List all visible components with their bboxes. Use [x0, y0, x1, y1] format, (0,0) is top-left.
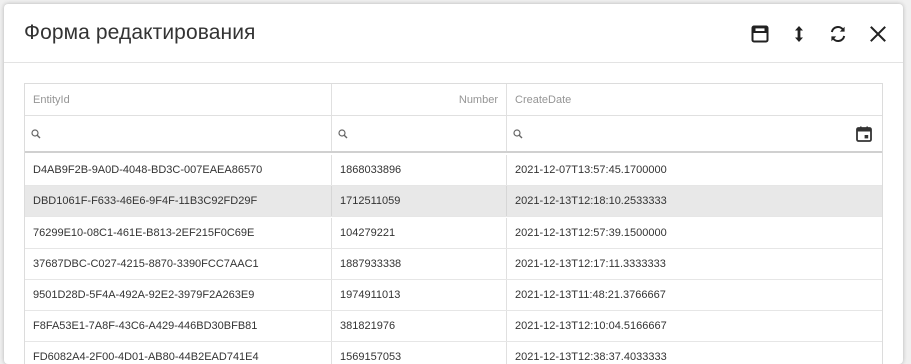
edit-form-dialog: Форма редактирования EntityId Number Cre…	[4, 4, 903, 364]
filter-cell-entityid	[25, 116, 332, 151]
column-header-createdate[interactable]: CreateDate	[507, 84, 882, 115]
table-row[interactable]: 9501D28D-5F4A-492A-92E2-3979F2A263E9 197…	[25, 280, 882, 311]
cell-number: 1868033896	[332, 155, 507, 185]
search-icon	[338, 128, 348, 138]
table-row[interactable]: 37687DBC-C027-4215-8870-3390FCC7AAC1 188…	[25, 249, 882, 280]
cell-createdate: 2021-12-13T11:48:21.3766667	[515, 289, 666, 301]
cell-createdate: 2021-12-13T12:18:10.2533333	[515, 195, 667, 207]
cell-createdate: 2021-12-13T12:10:04.5166667	[515, 320, 667, 332]
cell-entityid: FD6082A4-2F00-4D01-AB80-44B2EAD741E4	[25, 342, 332, 364]
cell-number: 1712511059	[332, 186, 507, 216]
search-icon	[31, 128, 41, 138]
data-grid: EntityId Number CreateDate D4AB9F2B-9A0D…	[24, 83, 883, 364]
expand-vertical-button[interactable]	[786, 21, 812, 47]
filter-createdate-input[interactable]	[523, 123, 874, 144]
dialog-header: Форма редактирования	[4, 4, 903, 63]
cell-number: 1887933338	[332, 249, 507, 279]
cell-createdate: 2021-12-07T13:57:45.1700000	[515, 164, 667, 176]
close-icon	[870, 26, 886, 42]
filter-entityid-input[interactable]	[41, 123, 323, 144]
column-header-entityid[interactable]: EntityId	[25, 84, 332, 115]
dialog-title: Форма редактирования	[24, 21, 256, 44]
grid-filter-row	[25, 116, 882, 153]
save-icon	[751, 25, 769, 43]
table-row[interactable]: DBD1061F-F633-46E6-9F4F-11B3C92FD29F 171…	[25, 186, 882, 217]
cell-number: 381821976	[332, 311, 507, 341]
close-button[interactable]	[865, 21, 891, 47]
table-row[interactable]: FD6082A4-2F00-4D01-AB80-44B2EAD741E4 156…	[25, 342, 882, 364]
grid-header-row: EntityId Number CreateDate	[25, 84, 882, 116]
save-button[interactable]	[747, 21, 773, 47]
table-row[interactable]: F8FA53E1-7A8F-43C6-A429-446BD30BFB81 381…	[25, 311, 882, 342]
cell-createdate: 2021-12-13T12:57:39.1500000	[515, 227, 667, 239]
filter-cell-createdate	[507, 116, 882, 151]
cell-entityid: 76299E10-08C1-461E-B813-2EF215F0C69E	[25, 218, 332, 248]
expand-vertical-icon	[795, 26, 803, 42]
table-row[interactable]: D4AB9F2B-9A0D-4048-BD3C-007EAEA86570 186…	[25, 155, 882, 186]
cell-number: 104279221	[332, 218, 507, 248]
filter-cell-number	[332, 116, 507, 151]
search-icon	[513, 128, 523, 138]
column-header-number[interactable]: Number	[332, 84, 507, 115]
cell-entityid: F8FA53E1-7A8F-43C6-A429-446BD30BFB81	[25, 311, 332, 341]
cell-entityid: DBD1061F-F633-46E6-9F4F-11B3C92FD29F	[25, 186, 332, 216]
cell-entityid: 9501D28D-5F4A-492A-92E2-3979F2A263E9	[25, 280, 332, 310]
refresh-button[interactable]	[825, 21, 851, 47]
cell-entityid: D4AB9F2B-9A0D-4048-BD3C-007EAEA86570	[25, 155, 332, 185]
cell-number: 1569157053	[332, 342, 507, 364]
cell-number: 1974911013	[332, 280, 507, 310]
cell-createdate: 2021-12-13T12:38:37.4033333	[515, 351, 667, 363]
filter-number-input[interactable]	[348, 123, 498, 144]
cell-createdate: 2021-12-13T12:17:11.3333333	[515, 258, 666, 270]
calendar-icon[interactable]	[856, 126, 872, 142]
table-row[interactable]: 76299E10-08C1-461E-B813-2EF215F0C69E 104…	[25, 218, 882, 249]
cell-entityid: 37687DBC-C027-4215-8870-3390FCC7AAC1	[25, 249, 332, 279]
refresh-icon	[830, 26, 846, 42]
